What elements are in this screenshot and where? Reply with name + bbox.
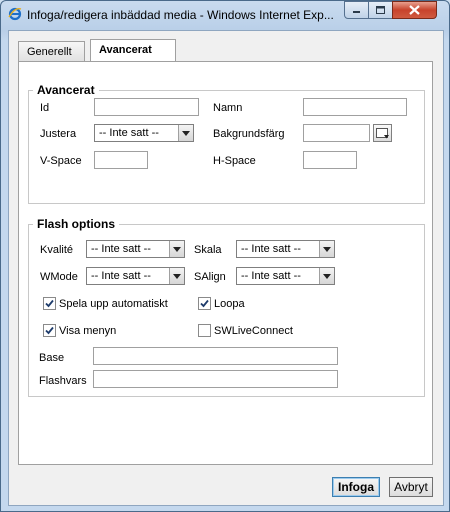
menu-checkbox[interactable] (43, 324, 56, 337)
autoplay-checkbox[interactable] (43, 297, 56, 310)
color-picker-icon (374, 125, 391, 141)
flashvars-label: Flashvars (39, 375, 87, 387)
salign-select[interactable]: -- Inte satt -- (236, 267, 335, 285)
minimize-button[interactable] (344, 1, 369, 19)
vspace-label: V-Space (40, 155, 82, 167)
minimize-icon (345, 9, 368, 21)
hspace-label: H-Space (213, 155, 256, 167)
base-label: Base (39, 352, 65, 364)
close-button[interactable] (392, 1, 437, 19)
name-label: Namn (213, 102, 243, 114)
title-bar: Infoga/redigera inbäddad media - Windows… (1, 1, 449, 27)
dialog-client: Generellt Avancerat Avancerat Id Namn Ju… (8, 30, 444, 506)
tab-panel-avancerat: Avancerat Id Namn Justera -- Inte satt -… (18, 61, 433, 465)
checkmark-icon (44, 299, 55, 312)
hspace-field[interactable] (303, 151, 357, 169)
flashvars-field[interactable] (93, 370, 338, 388)
maximize-button[interactable] (368, 1, 393, 19)
close-icon (393, 5, 436, 21)
vspace-field[interactable] (94, 151, 148, 169)
color-picker-button[interactable] (373, 124, 392, 142)
quality-select-value: -- Inte satt -- (91, 243, 151, 255)
align-label: Justera (40, 128, 77, 140)
menu-label: Visa menyn (59, 325, 117, 337)
cancel-button[interactable]: Avbryt (389, 477, 433, 497)
dropdown-arrow-icon (319, 241, 334, 257)
align-select[interactable]: -- Inte satt -- (94, 124, 194, 142)
loop-label: Loopa (214, 298, 245, 310)
scale-select-value: -- Inte satt -- (241, 243, 301, 255)
autoplay-label: Spela upp automatiskt (59, 298, 168, 310)
dialog-window: Infoga/redigera inbäddad media - Windows… (0, 0, 450, 512)
wmode-select[interactable]: -- Inte satt -- (86, 267, 185, 285)
window-title: Infoga/redigera inbäddad media - Windows… (27, 8, 334, 22)
quality-select[interactable]: -- Inte satt -- (86, 240, 185, 258)
wmode-label: WMode (40, 271, 78, 283)
ie-icon (8, 7, 22, 21)
dropdown-arrow-icon (169, 268, 184, 284)
advanced-legend: Avancerat (37, 83, 95, 97)
scale-select[interactable]: -- Inte satt -- (236, 240, 335, 258)
swliveconnect-label: SWLiveConnect (214, 325, 293, 337)
align-select-value: -- Inte satt -- (99, 127, 159, 139)
maximize-icon (369, 6, 392, 21)
loop-checkbox[interactable] (198, 297, 211, 310)
salign-select-value: -- Inte satt -- (241, 270, 301, 282)
id-field[interactable] (94, 98, 199, 116)
tab-generellt[interactable]: Generellt (18, 41, 85, 61)
id-label: Id (40, 102, 50, 114)
checkmark-icon (44, 326, 55, 339)
dropdown-arrow-icon (178, 125, 193, 141)
quality-label: Kvalité (40, 244, 74, 256)
bgcolor-label: Bakgrundsfärg (213, 128, 285, 140)
bgcolor-field[interactable] (303, 124, 370, 142)
salign-label: SAlign (194, 271, 226, 283)
checkmark-icon (199, 299, 210, 312)
insert-button[interactable]: Infoga (332, 477, 380, 497)
flash-legend: Flash options (37, 217, 115, 231)
dropdown-arrow-icon (169, 241, 184, 257)
tab-avancerat[interactable]: Avancerat (90, 39, 176, 61)
swliveconnect-checkbox[interactable] (198, 324, 211, 337)
base-field[interactable] (93, 347, 338, 365)
wmode-select-value: -- Inte satt -- (91, 270, 151, 282)
dropdown-arrow-icon (319, 268, 334, 284)
scale-label: Skala (194, 244, 222, 256)
name-field[interactable] (303, 98, 407, 116)
